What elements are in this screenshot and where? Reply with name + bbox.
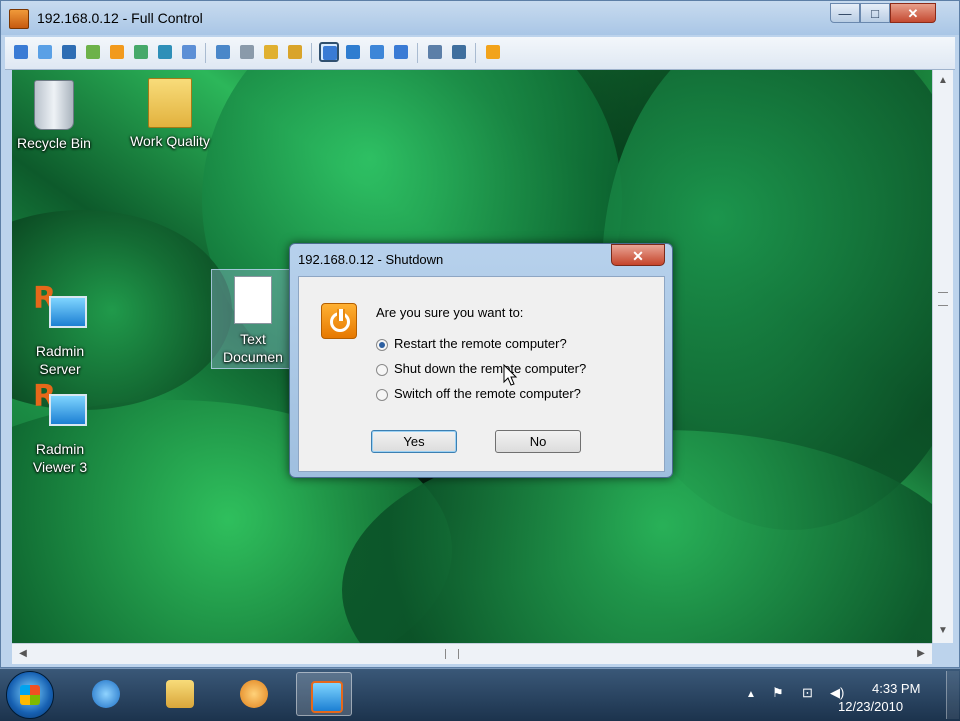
toolbar-separator bbox=[417, 43, 418, 63]
radio-restart[interactable] bbox=[376, 338, 388, 351]
unlock-icon[interactable] bbox=[285, 42, 305, 62]
icon-label: Work Quality bbox=[130, 133, 210, 149]
scale-icon[interactable] bbox=[391, 42, 411, 62]
vertical-scrollbar[interactable]: ▲ ▼ bbox=[932, 70, 953, 643]
terminal-icon[interactable] bbox=[59, 42, 79, 62]
scroll-right-icon[interactable]: ▶ bbox=[914, 647, 928, 661]
clock-time[interactable]: 4:33 PM bbox=[872, 681, 920, 696]
dialog-body: Are you sure you want to: Restart the re… bbox=[298, 276, 665, 472]
clock-date[interactable]: 12/23/2010 bbox=[838, 699, 903, 714]
full-control-icon[interactable] bbox=[319, 42, 339, 62]
document-icon bbox=[234, 276, 272, 324]
screen-alt-icon[interactable] bbox=[35, 42, 55, 62]
show-hidden-icons-icon[interactable]: ▲ bbox=[746, 689, 756, 700]
scroll-grip[interactable] bbox=[938, 292, 948, 306]
folder-icon bbox=[148, 78, 192, 128]
fit-icon[interactable] bbox=[425, 42, 445, 62]
option-switch-off[interactable]: Switch off the remote computer? bbox=[376, 386, 581, 401]
lock-icon[interactable] bbox=[261, 42, 281, 62]
radmin-viewer-icon[interactable]: R Radmin Viewer 3 bbox=[18, 382, 102, 476]
work-quality-folder-icon[interactable]: Work Quality bbox=[122, 78, 218, 150]
voice-chat-icon[interactable] bbox=[155, 42, 175, 62]
scroll-up-icon[interactable]: ▲ bbox=[936, 74, 950, 88]
mouse-cursor-icon bbox=[503, 364, 518, 386]
chat-icon[interactable] bbox=[131, 42, 151, 62]
toolbar bbox=[5, 37, 955, 70]
radmin-viewer-app-icon: R bbox=[33, 382, 87, 436]
radio-switch-off[interactable] bbox=[376, 388, 388, 401]
text-document-icon[interactable]: Text Documen bbox=[211, 269, 295, 369]
windows-logo-icon bbox=[20, 685, 40, 705]
icon-label: Recycle Bin bbox=[17, 135, 91, 151]
no-button[interactable]: No bbox=[495, 430, 581, 453]
system-tray: ▲ ⚑ ⊡ ◀) 4:33 PM 12/23/2010 bbox=[740, 669, 960, 721]
horizontal-scrollbar[interactable]: ◀ ▶ bbox=[12, 643, 932, 664]
connect-icon[interactable] bbox=[237, 42, 257, 62]
option-label: Restart the remote computer? bbox=[394, 336, 567, 351]
option-shutdown[interactable]: Shut down the remote computer? bbox=[376, 361, 586, 376]
option-restart[interactable]: Restart the remote computer? bbox=[376, 336, 567, 351]
option-label: Switch off the remote computer? bbox=[394, 386, 581, 401]
recycle-bin-icon[interactable]: Recycle Bin bbox=[12, 80, 96, 152]
folder-icon bbox=[166, 680, 194, 708]
taskbar-internet-explorer[interactable] bbox=[78, 672, 134, 716]
taskbar-media-player[interactable] bbox=[226, 672, 282, 716]
yes-button[interactable]: Yes bbox=[371, 430, 457, 453]
media-player-icon bbox=[240, 680, 268, 708]
show-desktop-button[interactable] bbox=[946, 671, 959, 719]
radio-shutdown[interactable] bbox=[376, 363, 388, 376]
icon-label: Viewer 3 bbox=[32, 459, 88, 475]
icon-label-group: Text Documen bbox=[212, 330, 294, 366]
icon-label: Documen bbox=[223, 349, 283, 365]
taskbar: ▲ ⚑ ⊡ ◀) 4:33 PM 12/23/2010 bbox=[0, 668, 960, 721]
view-only-icon[interactable] bbox=[343, 42, 363, 62]
power-icon bbox=[321, 303, 357, 339]
radmin-server-icon[interactable]: R Radmin Server bbox=[18, 284, 102, 378]
radmin-viewer-icon bbox=[311, 681, 343, 713]
start-button[interactable] bbox=[6, 671, 54, 719]
dialog-prompt: Are you sure you want to: bbox=[376, 305, 524, 320]
icon-label: Text bbox=[240, 331, 266, 347]
screen-icon[interactable] bbox=[11, 42, 31, 62]
power-icon[interactable] bbox=[107, 42, 127, 62]
internet-explorer-icon bbox=[92, 680, 120, 708]
icon-label: Server bbox=[39, 361, 81, 377]
message-icon[interactable] bbox=[179, 42, 199, 62]
radmin-server-app-icon: R bbox=[33, 284, 87, 338]
taskbar-windows-explorer[interactable] bbox=[152, 672, 208, 716]
icon-label: Radmin bbox=[35, 343, 85, 359]
trash-icon bbox=[34, 80, 74, 130]
telnet-icon[interactable] bbox=[367, 42, 387, 62]
icon-label: Radmin bbox=[35, 441, 85, 457]
maximize-button[interactable]: □ bbox=[860, 3, 890, 23]
close-connection-icon[interactable] bbox=[483, 42, 503, 62]
shutdown-dialog: 192.168.0.12 - Shutdown ✕ Are you sure y… bbox=[289, 243, 673, 478]
window-titlebar[interactable]: 192.168.0.12 - Full Control — □ ✕ bbox=[1, 1, 959, 35]
toolbar-separator bbox=[311, 43, 312, 63]
close-button[interactable]: ✕ bbox=[890, 3, 936, 23]
toolbar-separator bbox=[205, 43, 206, 63]
tools-icon[interactable] bbox=[449, 42, 469, 62]
scroll-left-icon[interactable]: ◀ bbox=[16, 647, 30, 661]
action-center-flag-icon[interactable]: ⚑ bbox=[772, 685, 784, 701]
dialog-close-button[interactable]: ✕ bbox=[611, 244, 665, 266]
window-title: 192.168.0.12 - Full Control bbox=[37, 10, 203, 26]
transfer-icon[interactable] bbox=[83, 42, 103, 62]
dialog-title: 192.168.0.12 - Shutdown bbox=[298, 252, 444, 267]
taskbar-radmin-viewer[interactable] bbox=[296, 672, 352, 716]
scroll-down-icon[interactable]: ▼ bbox=[936, 624, 950, 638]
minimize-button[interactable]: — bbox=[830, 3, 860, 23]
radmin-app-icon[interactable] bbox=[9, 9, 29, 29]
option-label: Shut down the remote computer? bbox=[394, 361, 587, 376]
network-icon[interactable]: ⊡ bbox=[802, 685, 813, 701]
send-icon[interactable] bbox=[213, 42, 233, 62]
scroll-grip[interactable] bbox=[445, 649, 459, 659]
toolbar-separator bbox=[475, 43, 476, 63]
